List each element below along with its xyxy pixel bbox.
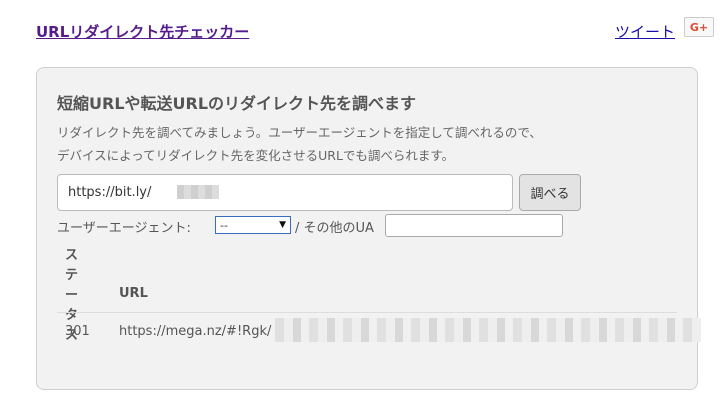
table-header-url: URL	[119, 286, 148, 301]
table-divider	[57, 312, 677, 313]
user-agent-label: ユーザーエージェント:	[57, 221, 191, 236]
result-status-cell: 301	[65, 324, 90, 339]
checker-panel: 短縮URLや転送URLのリダイレクト先を調べます リダイレクト先を調べてみましょ…	[36, 67, 701, 390]
redacted-url-blur	[177, 185, 219, 199]
site-title-link[interactable]: URLリダイレクト先チェッカー	[36, 21, 249, 42]
panel-description: リダイレクト先を調べてみましょう。ユーザーエージェントを指定して調べれるので、 …	[57, 121, 542, 167]
other-ua-input[interactable]	[385, 214, 563, 237]
user-agent-select[interactable]: -- ▼	[215, 216, 291, 234]
user-agent-selected-value: --	[220, 218, 228, 232]
result-url-cell[interactable]: https://mega.nz/#!Rgk/	[119, 324, 271, 339]
description-line-1: リダイレクト先を調べてみましょう。ユーザーエージェントを指定して調べれるので、	[57, 125, 542, 140]
panel-title: 短縮URLや転送URLのリダイレクト先を調べます	[57, 94, 417, 113]
tweet-link[interactable]: ツイート	[615, 21, 675, 42]
description-line-2: デバイスによってリダイレクト先を変化させるURLでも調べられます。	[57, 148, 455, 163]
redacted-result-blur	[275, 318, 701, 342]
chevron-down-icon: ▼	[279, 220, 286, 230]
lookup-button[interactable]: 調べる	[519, 174, 581, 211]
other-ua-label: / その他のUA	[295, 221, 374, 236]
url-input[interactable]	[57, 174, 513, 211]
gplus-share-button[interactable]: G+	[684, 17, 714, 37]
